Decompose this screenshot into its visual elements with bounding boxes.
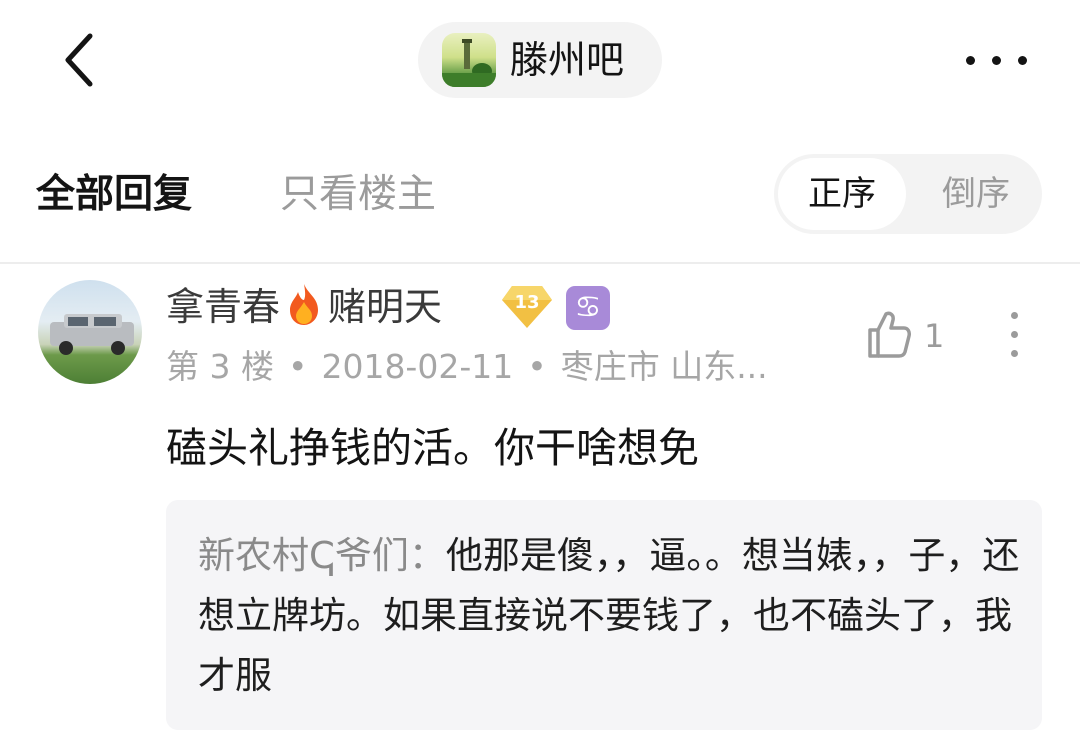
more-dot	[992, 56, 1001, 65]
more-options-button[interactable]	[960, 40, 1036, 80]
quoted-reply[interactable]: 新农村ↅ爷们：他那是傻，，逼。。想当婊，，子，还想立牌坊。如果直接说不要钱了，也…	[166, 500, 1042, 730]
post-more-button[interactable]	[1000, 306, 1030, 364]
tab-only-op[interactable]: 只看楼主	[280, 170, 436, 220]
forum-name: 滕州吧	[510, 38, 625, 82]
like-button[interactable]: 1	[866, 308, 956, 364]
order-switch: 正序 倒序	[774, 154, 1042, 234]
level-number: 13	[514, 292, 540, 313]
username[interactable]: 拿青春 赌明天	[166, 282, 442, 331]
thumbs-up-icon	[868, 311, 911, 358]
forum-title-pill[interactable]: 滕州吧	[418, 22, 662, 98]
order-ascending-button[interactable]: 正序	[778, 158, 906, 230]
more-dot	[1018, 56, 1027, 65]
quoted-reply-text: 新农村ↅ爷们：他那是傻，，逼。。想当婊，，子，还想立牌坊。如果直接说不要钱了，也…	[198, 526, 1020, 706]
post-location: 枣庄市 山东...	[560, 347, 768, 386]
like-count: 1	[924, 317, 945, 355]
post-date: 2018-02-11	[321, 347, 514, 386]
zodiac-badge: ♋	[566, 286, 610, 330]
separator-dot: •	[527, 347, 547, 386]
back-button[interactable]	[52, 28, 112, 92]
tab-all-replies[interactable]: 全部回复	[36, 170, 192, 220]
more-dot	[1011, 331, 1018, 338]
username-part2: 赌明天	[328, 285, 443, 329]
more-dot	[966, 56, 975, 65]
separator-dot: •	[287, 347, 308, 386]
user-avatar[interactable]	[38, 280, 142, 384]
quoted-author: 新农村ↅ爷们：	[198, 534, 446, 577]
level-badge: 13	[500, 282, 554, 332]
fire-icon	[290, 284, 319, 325]
post-content: 磕头礼挣钱的活。你干啥想免	[166, 424, 699, 472]
cancer-zodiac-icon: ♋	[574, 290, 602, 325]
top-nav-bar: 滕州吧	[0, 0, 1080, 130]
reply-filter-bar: 全部回复 只看楼主 正序 倒序	[0, 150, 1080, 245]
more-dot	[1011, 312, 1018, 319]
post-meta: 第 3 楼 • 2018-02-11 • 枣庄市 山东...	[166, 344, 806, 390]
floor-number: 第 3 楼	[166, 347, 274, 386]
chevron-left-icon	[65, 33, 93, 87]
order-descending-button[interactable]: 倒序	[914, 158, 1038, 230]
username-part1: 拿青春	[166, 285, 281, 329]
more-dot	[1011, 350, 1018, 357]
forum-avatar	[442, 33, 496, 87]
divider	[0, 262, 1080, 264]
